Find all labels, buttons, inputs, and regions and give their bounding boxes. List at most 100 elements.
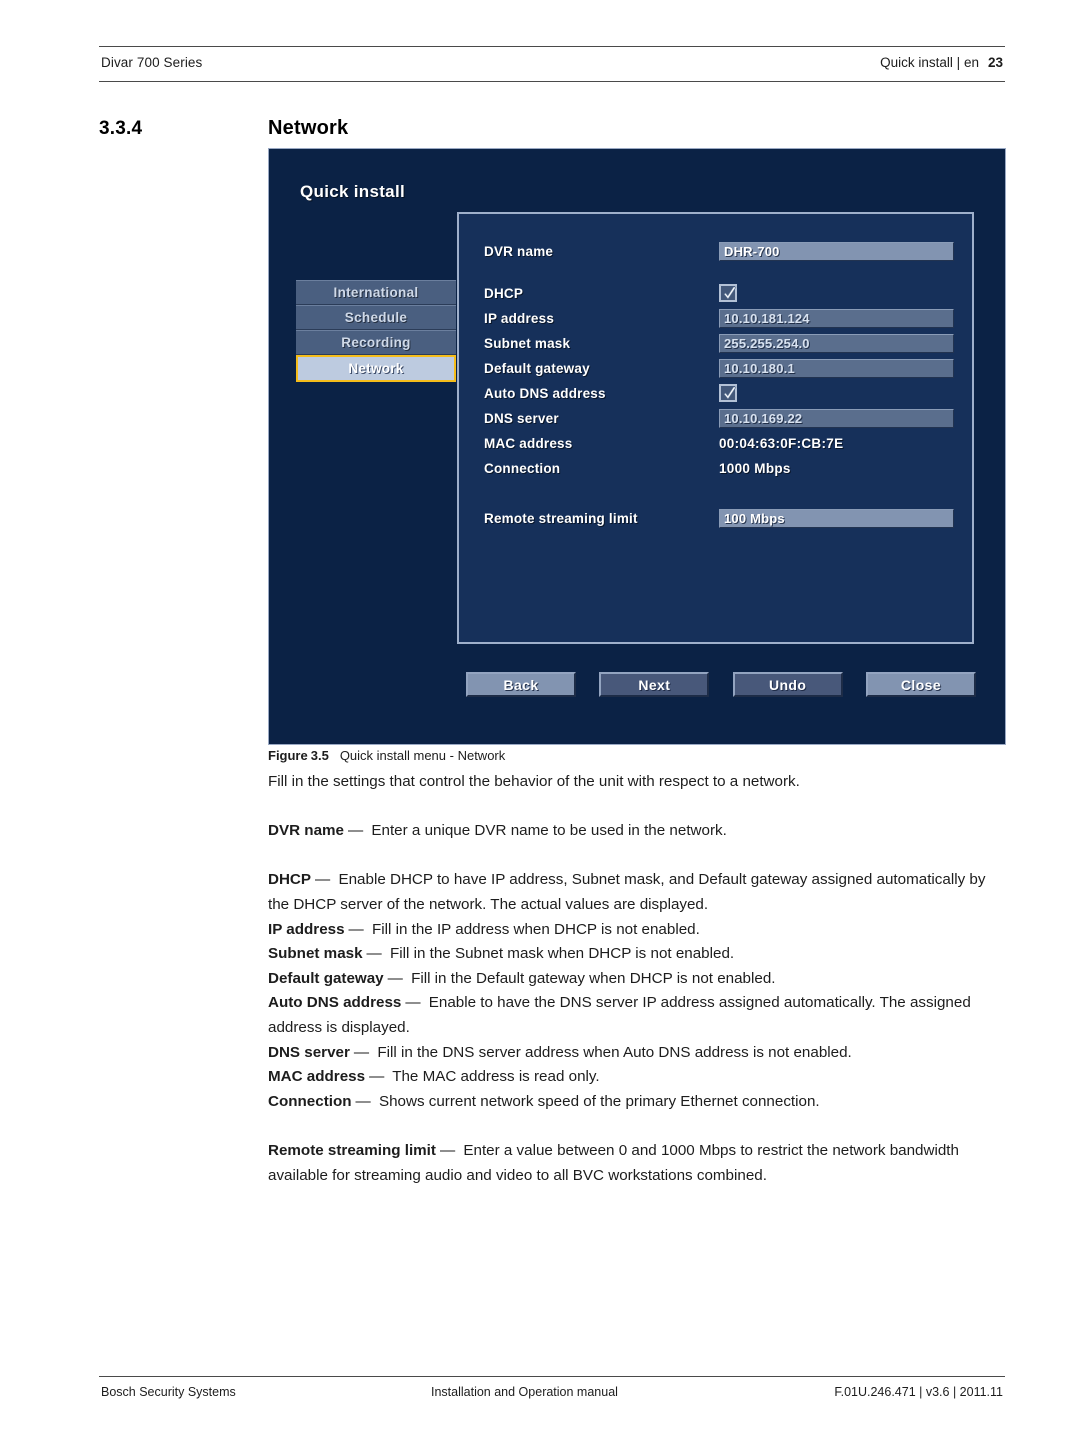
em-dash: — [347, 822, 364, 840]
figure-caption: Figure 3.5 Quick install menu - Network [268, 748, 505, 763]
definition-dvr-name: DVR name — Enter a unique DVR name to be … [268, 819, 1006, 844]
network-settings-form: DVR name DHR-700 DHCP IP address 10.10.1… [484, 239, 954, 531]
definition-text: Enter a unique DVR name to be used in th… [371, 822, 727, 840]
close-button[interactable]: Close [865, 672, 976, 697]
ip-address-input[interactable]: 10.10.181.124 [719, 309, 954, 328]
em-dash: — [353, 1043, 370, 1061]
header-rule-bottom [99, 81, 1005, 82]
row-remote-streaming-limit: Remote streaming limit 100 Mbps [484, 506, 954, 531]
check-icon [723, 286, 737, 300]
remote-streaming-limit-input[interactable]: 100 Mbps [719, 509, 954, 528]
quick-install-sidebar: International Schedule Recording Network [296, 280, 456, 382]
definition-text: Fill in the Default gateway when DHCP is… [411, 969, 776, 987]
form-gap-large [484, 481, 954, 506]
footer-manual-title: Installation and Operation manual [431, 1385, 618, 1399]
row-default-gateway: Default gateway 10.10.180.1 [484, 356, 954, 381]
definition-connection: Connection — Shows current network speed … [268, 1090, 1006, 1115]
label-subnet-mask: Subnet mask [484, 336, 571, 351]
row-dhcp: DHCP [484, 281, 954, 306]
definition-text: The MAC address is read only. [392, 1068, 600, 1086]
next-button[interactable]: Next [599, 672, 710, 697]
row-auto-dns-address: Auto DNS address [484, 381, 954, 406]
control-auto-dns-address [719, 384, 954, 403]
term: Auto DNS address [268, 994, 402, 1012]
footer-rule [99, 1376, 1005, 1377]
dhcp-checkbox[interactable] [719, 284, 737, 302]
definition-text: Fill in the DNS server address when Auto… [377, 1043, 852, 1061]
definition-text: Fill in the IP address when DHCP is not … [371, 920, 700, 938]
sidebar-item-label: Network [348, 361, 404, 376]
footer-row: Bosch Security Systems Installation and … [99, 1385, 1005, 1409]
auto-dns-address-checkbox[interactable] [719, 384, 737, 402]
control-dhcp [719, 284, 954, 303]
definition-text: Enable DHCP to have IP address, Subnet m… [268, 871, 986, 913]
term: DHCP [268, 871, 312, 889]
page-footer: Bosch Security Systems Installation and … [99, 1376, 1005, 1409]
definition-mac-address: MAC address — The MAC address is read onl… [268, 1065, 1006, 1090]
dvr-name-input[interactable]: DHR-700 [719, 242, 954, 261]
term: Remote streaming limit [268, 1141, 436, 1159]
definition-default-gateway: Default gateway — Fill in the Default gat… [268, 967, 1006, 992]
form-gap [484, 264, 954, 281]
control-connection: 1000 Mbps [719, 459, 954, 478]
sidebar-item-schedule[interactable]: Schedule [296, 305, 456, 330]
sidebar-item-recording[interactable]: Recording [296, 330, 456, 355]
em-dash: — [355, 1092, 371, 1110]
subnet-mask-input[interactable]: 255.255.254.0 [719, 334, 954, 353]
footer-company: Bosch Security Systems [101, 1385, 236, 1399]
term: DNS server [268, 1043, 350, 1061]
label-dns-server: DNS server [484, 411, 559, 426]
page-title: Network [268, 117, 349, 139]
body-content: Fill in the settings that control the be… [268, 770, 1006, 1188]
figure-label: Figure [268, 748, 308, 763]
em-dash: — [405, 994, 421, 1012]
row-dvr-name: DVR name DHR-700 [484, 239, 954, 264]
header-product-name: Divar 700 Series [101, 55, 203, 70]
sidebar-item-international[interactable]: International [296, 280, 456, 305]
control-mac-address: 00:04:63:0F:CB:7E [719, 434, 954, 453]
check-icon [723, 386, 737, 400]
definition-ip-address: IP address — Fill in the IP address when … [268, 918, 1006, 943]
control-ip-address: 10.10.181.124 [719, 309, 954, 328]
label-auto-dns-address: Auto DNS address [484, 386, 606, 401]
undo-button[interactable]: Undo [732, 672, 843, 697]
sidebar-item-label: Recording [341, 335, 411, 350]
header-chapter-label: Quick install | en [880, 55, 979, 70]
em-dash: — [348, 920, 364, 938]
control-default-gateway: 10.10.180.1 [719, 359, 954, 378]
screenshot-app-title: Quick install [300, 182, 405, 201]
label-mac-address: MAC address [484, 436, 573, 451]
row-dns-server: DNS server 10.10.169.22 [484, 406, 954, 431]
figure-number: 3.5 [310, 748, 329, 763]
definition-dhcp: DHCP — Enable DHCP to have IP address, Su… [268, 868, 1006, 917]
default-gateway-input[interactable]: 10.10.180.1 [719, 359, 954, 378]
term: Connection [268, 1092, 352, 1110]
em-dash: — [315, 871, 331, 889]
label-default-gateway: Default gateway [484, 361, 590, 376]
row-ip-address: IP address 10.10.181.124 [484, 306, 954, 331]
definition-dns-server: DNS server — Fill in the DNS server addre… [268, 1041, 1006, 1066]
definition-auto-dns-address: Auto DNS address — Enable to have the DNS… [268, 991, 1006, 1040]
term: Default gateway [268, 969, 384, 987]
dns-server-input[interactable]: 10.10.169.22 [719, 409, 954, 428]
em-dash: — [387, 969, 403, 987]
section-number: 3.3.4 [99, 118, 143, 139]
row-subnet-mask: Subnet mask 255.255.254.0 [484, 331, 954, 356]
header-chapter-info: Quick install | en 23 [880, 55, 1003, 70]
label-connection: Connection [484, 461, 561, 476]
back-button[interactable]: Back [466, 672, 576, 697]
page-number: 23 [987, 55, 1003, 70]
connection-value: 1000 Mbps [719, 461, 791, 476]
mac-address-value: 00:04:63:0F:CB:7E [719, 436, 844, 451]
control-dns-server: 10.10.169.22 [719, 409, 954, 428]
label-ip-address: IP address [484, 311, 555, 326]
definition-text: Shows current network speed of the prima… [378, 1092, 820, 1110]
sidebar-item-label: Schedule [344, 310, 408, 325]
term: MAC address [268, 1068, 366, 1086]
footer-document-id: F.01U.246.471 | v3.6 | 2011.11 [834, 1385, 1003, 1399]
label-remote-streaming-limit: Remote streaming limit [484, 511, 638, 526]
sidebar-item-network[interactable]: Network [296, 355, 456, 382]
control-dvr-name: DHR-700 [719, 242, 954, 261]
